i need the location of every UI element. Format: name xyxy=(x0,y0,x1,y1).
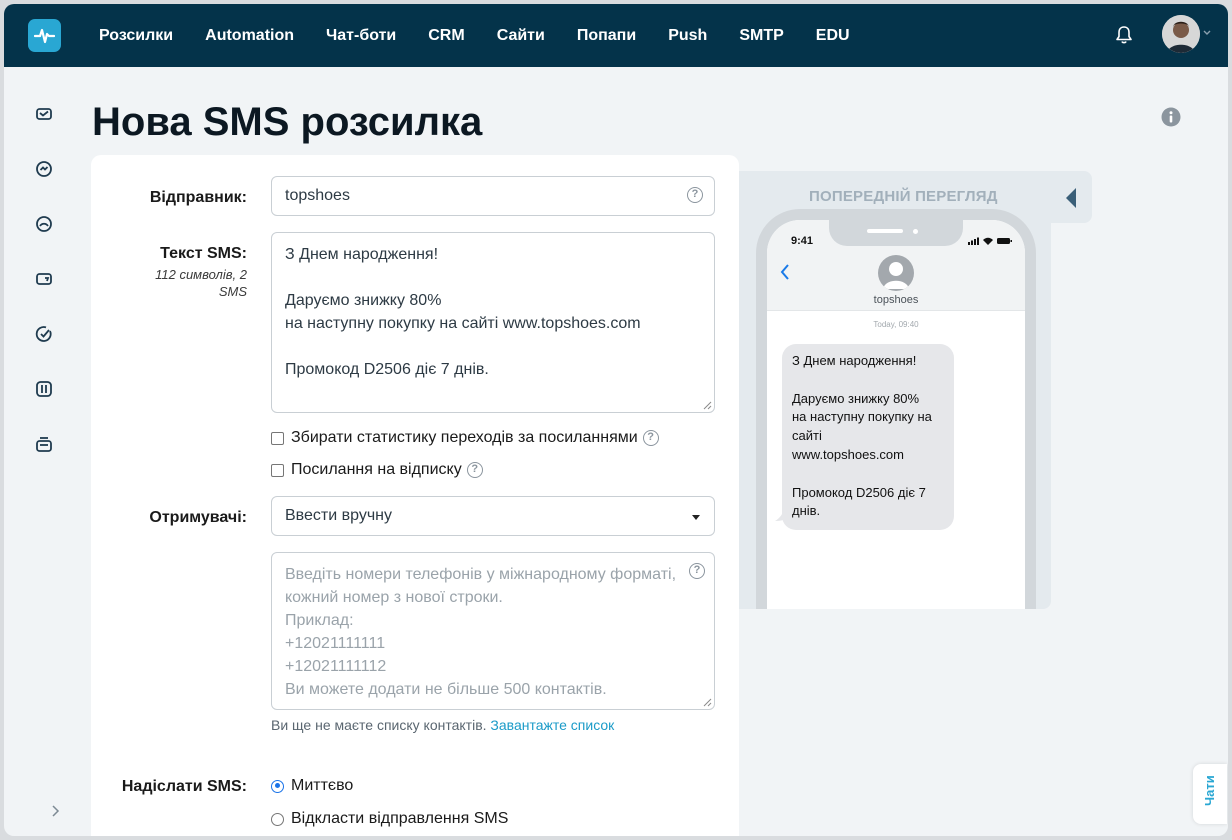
nav-item-smtp[interactable]: SMTP xyxy=(739,27,783,45)
info-icon[interactable] xyxy=(1161,107,1181,127)
back-chevron-icon[interactable] xyxy=(780,264,790,280)
sms-text-meta: 112 символів, 2 SMS xyxy=(155,267,247,299)
message-bubble: З Днем народження! Даруємо знижку 80% на… xyxy=(782,344,954,531)
phone-numbers-field[interactable]: Введіть номери телефонів у міжнародному … xyxy=(271,552,715,710)
sms-form-card: Відправник: topshoes ? Текст SMS: 112 си… xyxy=(91,155,739,836)
check-icon[interactable] xyxy=(35,325,53,343)
contact-name: topshoes xyxy=(873,294,919,306)
phone-clock: 9:41 xyxy=(791,235,814,247)
sender-field[interactable]: topshoes ? xyxy=(271,176,715,216)
sender-label: Відправник: xyxy=(149,189,247,206)
push-icon[interactable] xyxy=(35,380,53,398)
chevron-right-icon[interactable] xyxy=(48,804,62,818)
contacts-hint-text: Ви ще не маєте списку контактів. xyxy=(271,717,487,733)
unsubscribe-label[interactable]: Посилання на відписку xyxy=(291,461,462,479)
question-circle-icon[interactable]: ? xyxy=(642,430,659,446)
send-now-row: Миттєво xyxy=(271,777,353,795)
nav-item-campaigns[interactable]: Розсилки xyxy=(99,27,173,45)
bell-icon[interactable] xyxy=(1115,25,1133,45)
phone-notch xyxy=(829,220,963,246)
main-nav: Розсилки Automation Чат-боти CRM Сайти П… xyxy=(99,4,882,67)
phone-mockup: 9:41 topshoes Today, 09:40 З Днем народж… xyxy=(756,209,1036,609)
chevron-down-icon[interactable] xyxy=(1203,30,1211,36)
phone-header: 9:41 topshoes xyxy=(767,220,1025,311)
phone-numbers-placeholder: Введіть номери телефонів у міжнародному … xyxy=(285,566,677,698)
nav-item-popups[interactable]: Попапи xyxy=(577,27,636,45)
camera-icon xyxy=(913,229,918,234)
send-now-label[interactable]: Миттєво xyxy=(291,777,353,795)
contact-avatar xyxy=(878,255,914,291)
nav-item-sites[interactable]: Сайти xyxy=(497,27,545,45)
bubble-tail xyxy=(775,508,789,521)
speaker-icon xyxy=(867,229,903,233)
nav-item-edu[interactable]: EDU xyxy=(816,27,850,45)
nav-item-chatbots[interactable]: Чат-боти xyxy=(326,27,396,45)
page-title: Нова SMS розсилка xyxy=(92,100,483,144)
sender-value: topshoes xyxy=(285,187,350,204)
sms-icon[interactable] xyxy=(35,270,53,288)
send-now-radio[interactable] xyxy=(271,779,284,793)
nav-item-push[interactable]: Push xyxy=(668,27,707,45)
recipients-selected: Ввести вручну xyxy=(285,507,392,524)
nav-item-crm[interactable]: CRM xyxy=(428,27,464,45)
preview-title: ПОПЕРЕДНІЙ ПЕРЕГЛЯД xyxy=(809,188,998,205)
contacts-icon[interactable] xyxy=(35,435,53,453)
top-navbar: Розсилки Automation Чат-боти CRM Сайти П… xyxy=(4,4,1228,67)
chats-tab[interactable]: Чати xyxy=(1193,764,1227,824)
track-clicks-row: Збирати статистику переходів за посиланн… xyxy=(271,429,659,447)
recipients-label: Отримувачі: xyxy=(149,509,247,526)
app-window: Розсилки Automation Чат-боти CRM Сайти П… xyxy=(4,4,1228,836)
unsubscribe-checkbox[interactable] xyxy=(271,463,284,477)
sms-text-field[interactable]: З Днем народження! Даруємо знижку 80% на… xyxy=(271,232,715,413)
caret-down-icon xyxy=(692,515,700,520)
resize-handle-icon[interactable] xyxy=(703,401,712,410)
sms-text-value: З Днем народження! Даруємо знижку 80% на… xyxy=(285,246,641,378)
chatbot-icon[interactable] xyxy=(35,215,53,233)
upload-list-link[interactable]: Завантажте список xyxy=(490,717,614,733)
question-circle-icon[interactable]: ? xyxy=(466,462,483,478)
send-sms-label: Надіслати SMS: xyxy=(121,778,247,795)
nav-item-automation[interactable]: Automation xyxy=(205,27,294,45)
automation-icon[interactable] xyxy=(35,160,53,178)
unsubscribe-row: Посилання на відписку ? xyxy=(271,461,483,479)
resize-handle-icon[interactable] xyxy=(703,698,712,707)
track-clicks-checkbox[interactable] xyxy=(271,431,284,445)
contacts-hint: Ви ще не маєте списку контактів. Заванта… xyxy=(271,717,614,733)
message-timestamp: Today, 09:40 xyxy=(873,320,919,329)
send-later-label[interactable]: Відкласти відправлення SMS xyxy=(291,810,508,828)
recipients-select[interactable]: Ввести вручну xyxy=(271,496,715,536)
email-campaign-icon[interactable] xyxy=(35,105,53,123)
send-later-radio[interactable] xyxy=(271,812,284,826)
chats-tab-label: Чати xyxy=(1202,775,1217,806)
collapse-preview-icon[interactable] xyxy=(1066,188,1076,208)
question-circle-icon[interactable]: ? xyxy=(687,187,703,203)
sidebar xyxy=(4,67,84,836)
status-bar-icons xyxy=(968,237,1012,245)
pulse-logo-icon[interactable] xyxy=(28,19,61,52)
question-circle-icon[interactable]: ? xyxy=(689,563,705,579)
avatar[interactable] xyxy=(1162,15,1200,53)
send-later-row: Відкласти відправлення SMS xyxy=(271,810,508,828)
sms-text-label: Текст SMS: xyxy=(160,245,247,262)
track-clicks-label[interactable]: Збирати статистику переходів за посиланн… xyxy=(291,429,638,447)
